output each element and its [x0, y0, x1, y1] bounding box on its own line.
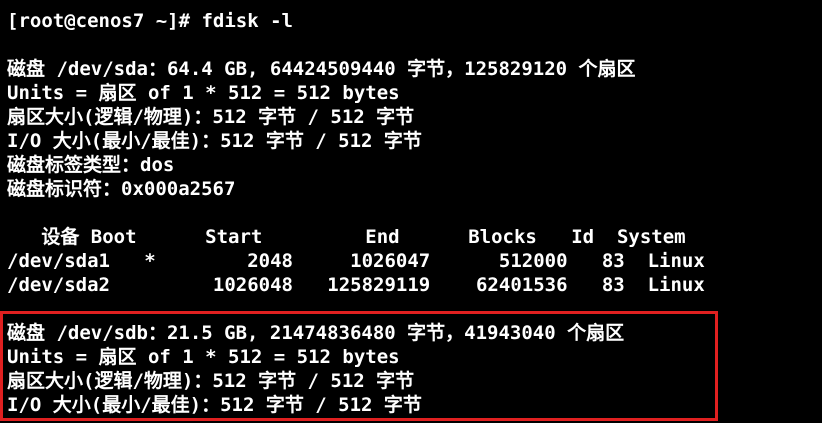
output-line-sda-identifier: 磁盘标识符：0x000a2567	[7, 178, 236, 200]
output-line-sda-io-size: I/O 大小(最小/最佳)：512 字节 / 512 字节	[7, 130, 422, 152]
partition-table-header: 设备 Boot Start End Blocks Id System	[7, 226, 686, 248]
command-text: fdisk -l	[201, 10, 293, 32]
output-line-sda-label-type: 磁盘标签类型：dos	[7, 154, 175, 176]
terminal-window[interactable]: [root@cenos7 ~]# fdisk -l 磁盘 /dev/sda：64…	[0, 0, 822, 423]
output-line-sda-summary: 磁盘 /dev/sda：64.4 GB, 64424509440 字节，1258…	[7, 58, 636, 80]
output-line-sdb-io-size: I/O 大小(最小/最佳)：512 字节 / 512 字节	[7, 394, 422, 416]
shell-prompt: [root@cenos7 ~]#	[7, 10, 202, 32]
prompt-line: [root@cenos7 ~]# fdisk -l	[7, 9, 822, 33]
output-line-sda-sector-size: 扇区大小(逻辑/物理)：512 字节 / 512 字节	[7, 106, 415, 128]
output-line-sdb-units: Units = 扇区 of 1 * 512 = 512 bytes	[7, 346, 400, 368]
output-line-sda-units: Units = 扇区 of 1 * 512 = 512 bytes	[7, 82, 400, 104]
partition-row-sda2: /dev/sda2 1026048 125829119 62401536 83 …	[7, 274, 705, 296]
output-line-sdb-sector-size: 扇区大小(逻辑/物理)：512 字节 / 512 字节	[7, 370, 415, 392]
partition-row-sda1: /dev/sda1 * 2048 1026047 512000 83 Linux	[7, 250, 705, 272]
output-line-sdb-summary: 磁盘 /dev/sdb：21.5 GB, 21474836480 字节，4194…	[7, 322, 625, 344]
